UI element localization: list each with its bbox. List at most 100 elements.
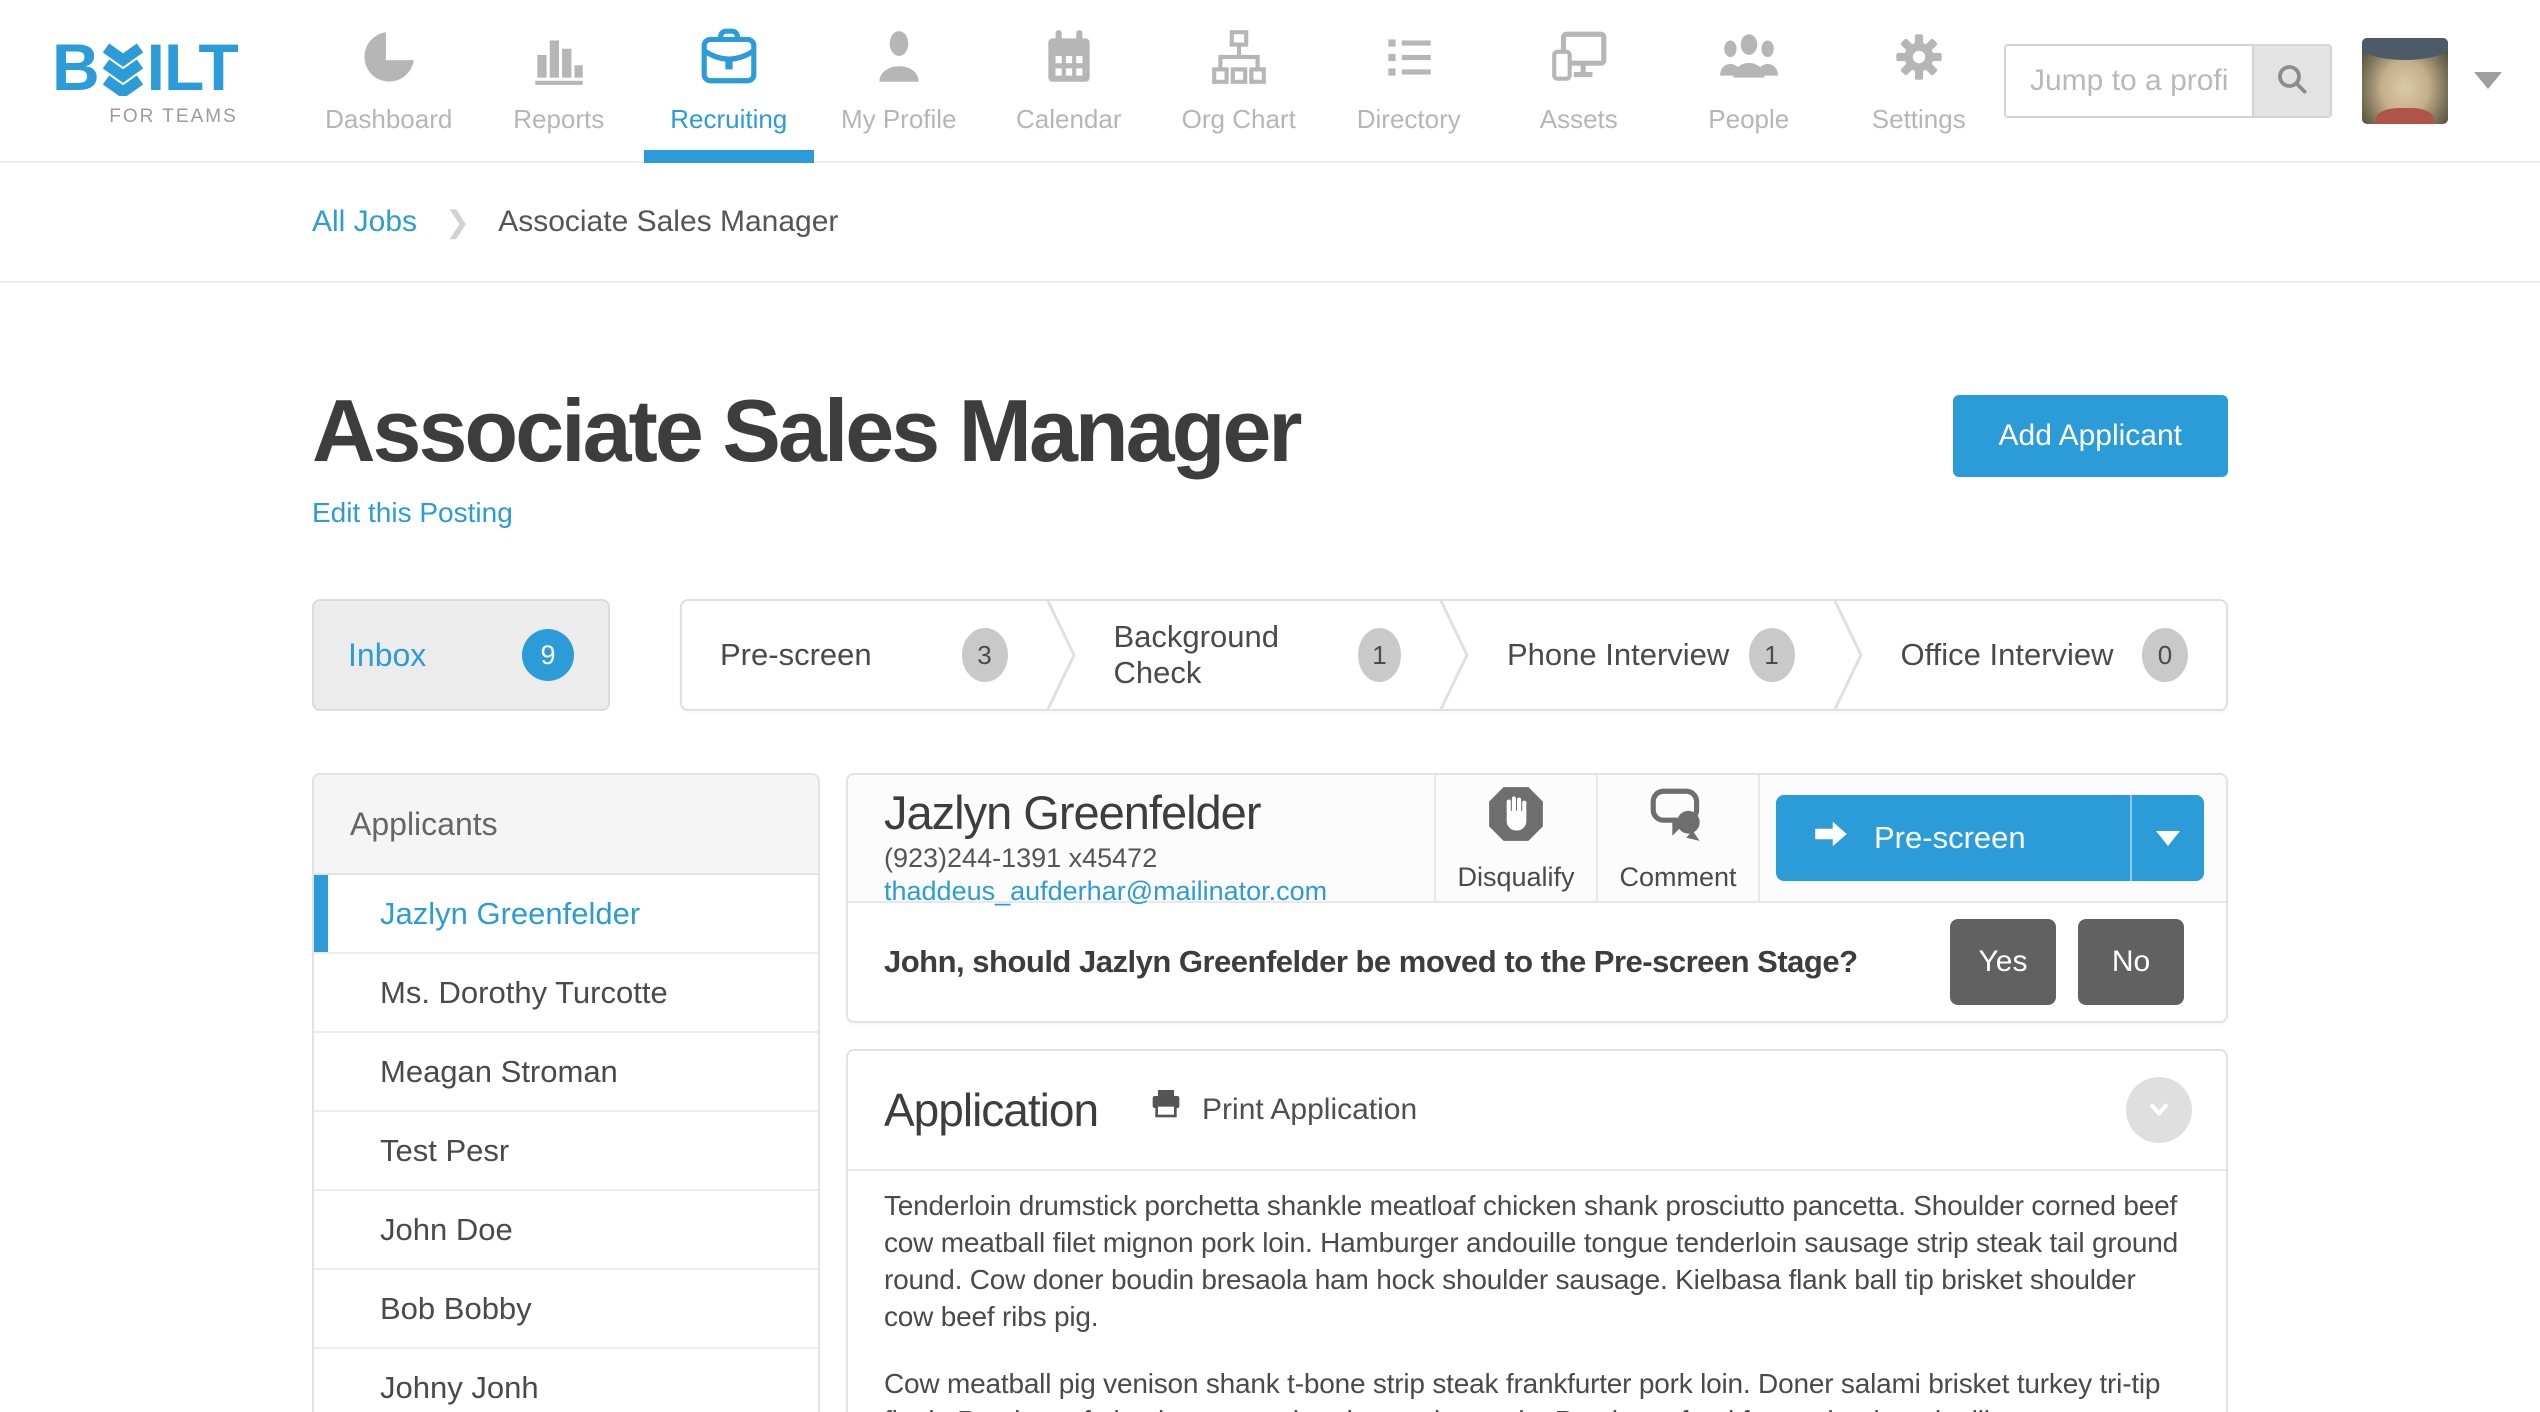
brand-logo[interactable]: B ILT FOR TEAMS	[52, 34, 238, 128]
caret-down-icon	[2156, 831, 2180, 846]
application-paragraph: Cow meatball pig venison shank t-bone st…	[884, 1365, 2190, 1412]
inbox-label: Inbox	[348, 637, 426, 674]
applicant-detail-column: Jazlyn Greenfelder (923)244-1391 x45472 …	[846, 773, 2228, 1412]
applicant-list-item[interactable]: Meagan Stroman	[314, 1033, 818, 1112]
brand-mark-icon	[101, 42, 145, 96]
breadcrumb-chevron-icon: ❯	[445, 205, 470, 240]
search-button[interactable]	[2252, 46, 2330, 116]
search-icon	[2273, 60, 2311, 101]
brand-wordmark: B ILT	[52, 34, 238, 100]
no-button[interactable]: No	[2078, 919, 2184, 1005]
chevron-down-icon	[2142, 1092, 2176, 1129]
pie-chart-icon	[358, 26, 420, 88]
stage-dropdown-caret[interactable]	[2130, 795, 2204, 881]
breadcrumb: All Jobs ❯ Associate Sales Manager	[0, 163, 2540, 283]
application-card: Application Print Application	[846, 1049, 2228, 1412]
stage-office-interview[interactable]: Office Interview 0	[1863, 601, 2227, 709]
applicant-detail-card: Jazlyn Greenfelder (923)244-1391 x45472 …	[846, 773, 2228, 1023]
avatar[interactable]	[2362, 38, 2448, 124]
stage-label: Phone Interview	[1507, 637, 1729, 673]
application-title: Application	[884, 1083, 1098, 1137]
stage-move-prompt: John, should Jazlyn Greenfelder be moved…	[848, 903, 2226, 1021]
org-chart-icon	[1208, 26, 1270, 88]
gear-icon	[1888, 26, 1950, 88]
nav-item-my-profile[interactable]: My Profile	[814, 0, 984, 161]
printer-icon	[1146, 1086, 1186, 1134]
nav-right-controls	[2004, 38, 2502, 124]
search-input[interactable]	[2006, 46, 2252, 116]
applicant-list-item[interactable]: Jazlyn Greenfelder	[314, 875, 818, 954]
bar-chart-icon	[528, 26, 590, 88]
stop-hand-icon	[1485, 783, 1547, 852]
nav-item-org-chart[interactable]: Org Chart	[1154, 0, 1324, 161]
stage-move-control: Pre-screen	[1758, 775, 2226, 901]
inbox-count-badge: 9	[522, 629, 574, 681]
application-body: Tenderloin drumstick porchetta shankle m…	[848, 1171, 2226, 1412]
people-icon	[1718, 26, 1780, 88]
disqualify-button[interactable]: Disqualify	[1434, 775, 1596, 901]
comment-button[interactable]: Comment	[1596, 775, 1758, 901]
brand-letters: ILT	[147, 34, 238, 100]
edit-posting-link[interactable]: Edit this Posting	[312, 497, 513, 529]
application-header: Application Print Application	[848, 1051, 2226, 1171]
user-menu-caret-icon[interactable]	[2474, 72, 2502, 89]
top-navigation: B ILT FOR TEAMS Dashboard	[0, 0, 2540, 163]
stage-pre-screen[interactable]: Pre-screen 3	[682, 601, 1046, 709]
stage-chevron-icon	[1046, 601, 1076, 709]
calendar-icon	[1038, 26, 1100, 88]
add-applicant-button[interactable]: Add Applicant	[1953, 395, 2228, 477]
stage-chevron-icon	[1439, 601, 1469, 709]
stage-chevron-icon	[1833, 601, 1863, 709]
page-title: Associate Sales Manager	[312, 383, 1300, 479]
stage-label: Pre-screen	[720, 637, 872, 673]
nav-item-people[interactable]: People	[1664, 0, 1834, 161]
applicants-panel-header: Applicants	[314, 775, 818, 875]
applicants-panel: Applicants Jazlyn Greenfelder Ms. Doroth…	[312, 773, 820, 1412]
print-application-button[interactable]: Print Application	[1146, 1086, 1417, 1134]
applicant-email-link[interactable]: thaddeus_aufderhar@mailinator.com	[884, 876, 1434, 907]
nav-item-calendar[interactable]: Calendar	[984, 0, 1154, 161]
devices-icon	[1548, 26, 1610, 88]
pipeline: Inbox 9 Pre-screen 3 Background Check 1 …	[312, 599, 2228, 711]
stage-background-check[interactable]: Background Check 1	[1076, 601, 1440, 709]
stage-list: Pre-screen 3 Background Check 1 Phone In…	[680, 599, 2228, 711]
brand-tagline: FOR TEAMS	[109, 106, 238, 128]
stage-count-badge: 3	[962, 628, 1008, 682]
page-header: Associate Sales Manager Edit this Postin…	[312, 383, 2228, 529]
nav-item-dashboard[interactable]: Dashboard	[304, 0, 474, 161]
brand-letter: B	[52, 34, 99, 100]
move-to-stage-button[interactable]: Pre-screen	[1776, 795, 2204, 881]
nav-item-assets[interactable]: Assets	[1494, 0, 1664, 161]
applicant-list-item[interactable]: Bob Bobby	[314, 1270, 818, 1349]
comment-bubbles-icon	[1647, 783, 1709, 852]
nav-item-reports[interactable]: Reports	[474, 0, 644, 161]
person-icon	[868, 26, 930, 88]
main-content: Associate Sales Manager Edit this Postin…	[312, 383, 2228, 1412]
primary-nav: Dashboard Reports Recruitin	[304, 0, 2004, 161]
nav-item-recruiting[interactable]: Recruiting	[644, 0, 814, 161]
stage-phone-interview[interactable]: Phone Interview 1	[1469, 601, 1833, 709]
stage-count-badge: 1	[1358, 628, 1401, 682]
applicant-list-item[interactable]: Test Pesr	[314, 1112, 818, 1191]
applicant-list-item[interactable]: John Doe	[314, 1191, 818, 1270]
list-icon	[1378, 26, 1440, 88]
stage-inbox[interactable]: Inbox 9	[312, 599, 610, 711]
briefcase-icon	[698, 26, 760, 88]
applicant-list-item[interactable]: Ms. Dorothy Turcotte	[314, 954, 818, 1033]
stage-label: Office Interview	[1901, 637, 2114, 673]
applicant-detail-header: Jazlyn Greenfelder (923)244-1391 x45472 …	[848, 775, 2226, 903]
collapse-section-button[interactable]	[2126, 1077, 2192, 1143]
breadcrumb-current: Associate Sales Manager	[498, 205, 838, 239]
breadcrumb-link-all-jobs[interactable]: All Jobs	[312, 205, 417, 239]
stage-count-badge: 1	[1749, 628, 1795, 682]
yes-button[interactable]: Yes	[1950, 919, 2056, 1005]
prompt-text: John, should Jazlyn Greenfelder be moved…	[884, 944, 1928, 980]
stage-label: Background Check	[1114, 619, 1359, 691]
nav-item-settings[interactable]: Settings	[1834, 0, 2004, 161]
nav-item-directory[interactable]: Directory	[1324, 0, 1494, 161]
stage-count-badge: 0	[2142, 628, 2188, 682]
applicant-list-item[interactable]: Johny Jonh	[314, 1349, 818, 1412]
profile-search	[2004, 44, 2332, 118]
arrow-right-icon	[1810, 818, 1852, 858]
application-paragraph: Tenderloin drumstick porchetta shankle m…	[884, 1187, 2190, 1335]
